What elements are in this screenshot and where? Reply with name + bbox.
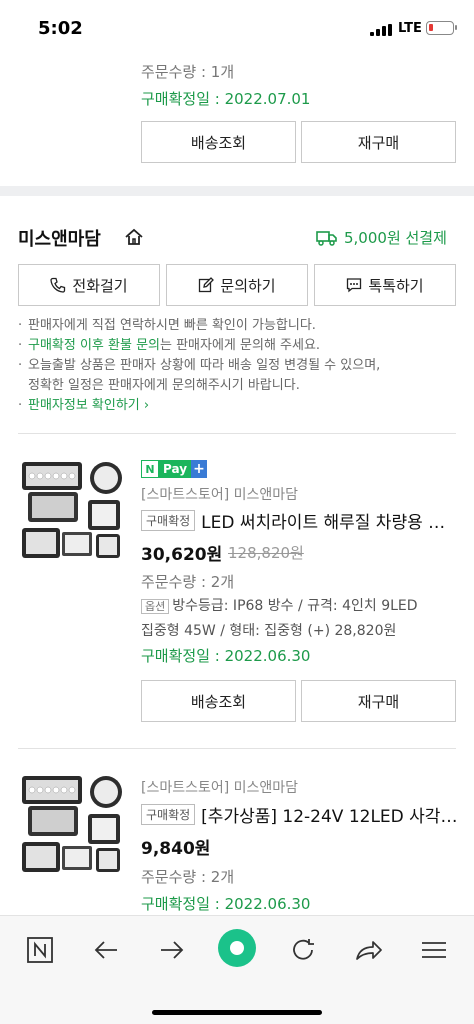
item-option: 옵션 방수등급: IP68 방수 / 규격: 4인치 9LED 집중형 45W /… xyxy=(141,594,459,643)
seller-info-link[interactable]: 판매자정보 확인하기 › xyxy=(18,396,458,416)
call-button[interactable]: 전화걸기 xyxy=(18,264,160,306)
status-badge: 구매확정 xyxy=(141,804,196,825)
product-title: LED 써치라이트 해루질 차량용 작업등 xyxy=(201,513,459,533)
note-2-highlight: 구매확정 이후 환불 문의 xyxy=(28,338,160,353)
track-delivery-button[interactable]: 배송조회 xyxy=(141,680,296,722)
green-dot-icon[interactable] xyxy=(217,928,257,968)
prev-order-confirm-date: 구매확정일 : 2022.07.01 xyxy=(141,90,311,108)
note-3: 오늘출발 상품은 판매자 상황에 따라 배송 일정 변경될 수 있으며, xyxy=(18,356,458,376)
item-price: 9,840원 xyxy=(141,839,211,859)
call-label: 전화걸기 xyxy=(72,276,128,295)
product-thumbnail-2[interactable] xyxy=(20,770,124,880)
item-title-row[interactable]: 구매확정 [추가상품] 12-24V 12LED 사각 작업등 xyxy=(141,802,459,827)
seller-info-link-label: 판매자정보 확인하기 xyxy=(28,398,140,413)
naver-icon[interactable] xyxy=(20,934,60,966)
talktalk-label: 톡톡하기 xyxy=(368,276,424,295)
forward-arrow-icon[interactable] xyxy=(152,934,192,966)
seller-name[interactable]: 미스앤마담 xyxy=(18,225,101,251)
home-indicator xyxy=(152,1010,322,1015)
store-home-icon[interactable] xyxy=(124,228,144,246)
share-icon[interactable] xyxy=(349,934,389,966)
prev-order-actions: 배송조회 재구매 xyxy=(141,121,456,163)
note-2: 구매확정 이후 환불 문의는 판매자에게 문의해 주세요. xyxy=(18,336,458,356)
chat-icon xyxy=(347,278,362,293)
phone-icon xyxy=(50,277,66,293)
network-label: LTE xyxy=(398,21,422,36)
rebuy-button[interactable]: 재구매 xyxy=(301,680,456,722)
item-actions: 배송조회 재구매 xyxy=(141,680,456,722)
inquiry-label: 문의하기 xyxy=(220,276,276,295)
status-time: 5:02 xyxy=(38,18,83,39)
browser-bottom-nav xyxy=(0,915,474,1024)
item-store[interactable]: [스마트스토어] 미스앤마담 xyxy=(141,777,298,797)
item-store[interactable]: [스마트스토어] 미스앤마담 xyxy=(141,484,298,504)
product-title: [추가상품] 12-24V 12LED 사각 작업등 xyxy=(201,807,459,827)
inquiry-button[interactable]: 문의하기 xyxy=(166,264,308,306)
item-confirm-date: 구매확정일 : 2022.06.30 xyxy=(141,647,311,665)
menu-icon[interactable] xyxy=(414,934,454,966)
option-tag: 옵션 xyxy=(141,599,170,614)
item-title-row[interactable]: 구매확정 LED 써치라이트 해루질 차량용 작업등 xyxy=(141,508,459,533)
section-divider xyxy=(0,186,474,196)
item-quantity: 주문수량 : 2개 xyxy=(141,868,235,886)
track-delivery-button[interactable]: 배송조회 xyxy=(141,121,296,163)
note-1: 판매자에게 직접 연락하시면 빠른 확인이 가능합니다. xyxy=(18,316,458,336)
item-original-price: 128,820원 xyxy=(228,544,304,562)
battery-icon xyxy=(426,21,457,35)
seller-notes: 판매자에게 직접 연락하시면 빠른 확인이 가능합니다. 구매확정 이후 환불 … xyxy=(18,316,458,416)
item-quantity: 주문수량 : 2개 xyxy=(141,573,235,591)
separator xyxy=(18,433,456,434)
truck-icon xyxy=(316,230,337,246)
contact-actions: 전화걸기 문의하기 톡톡하기 xyxy=(18,264,456,306)
back-arrow-icon[interactable] xyxy=(86,934,126,966)
edit-icon xyxy=(199,277,215,293)
shipping-fee: 5,000원 선결제 xyxy=(316,227,447,248)
shipping-fee-text: 5,000원 선결제 xyxy=(344,229,447,247)
note-2-rest: 는 판매자에게 문의해 주세요. xyxy=(160,338,321,353)
status-badge: 구매확정 xyxy=(141,510,196,531)
option-line-1: 방수등급: IP68 방수 / 규격: 4인치 9LED xyxy=(172,598,418,614)
status-bar: 5:02 LTE xyxy=(0,0,474,58)
rebuy-button[interactable]: 재구매 xyxy=(301,121,456,163)
option-line-2: 집중형 45W / 형태: 집중형 (+) 28,820원 xyxy=(141,623,397,639)
talktalk-button[interactable]: 톡톡하기 xyxy=(314,264,456,306)
separator xyxy=(18,748,456,749)
npay-plus: + xyxy=(191,460,208,478)
npay-pay: Pay xyxy=(159,460,192,478)
item-price: 30,620원 xyxy=(141,545,223,565)
npay-badge: N Pay + xyxy=(141,460,208,478)
note-3-cont: 정확한 일정은 판매자에게 문의해주시기 바랍니다. xyxy=(28,378,300,393)
product-thumbnail-1[interactable] xyxy=(20,456,124,566)
signal-icon xyxy=(370,24,392,36)
prev-order-quantity: 주문수량 : 1개 xyxy=(141,63,235,81)
npay-n: N xyxy=(141,460,159,478)
refresh-icon[interactable] xyxy=(283,934,323,966)
item-confirm-date: 구매확정일 : 2022.06.30 xyxy=(141,895,311,913)
